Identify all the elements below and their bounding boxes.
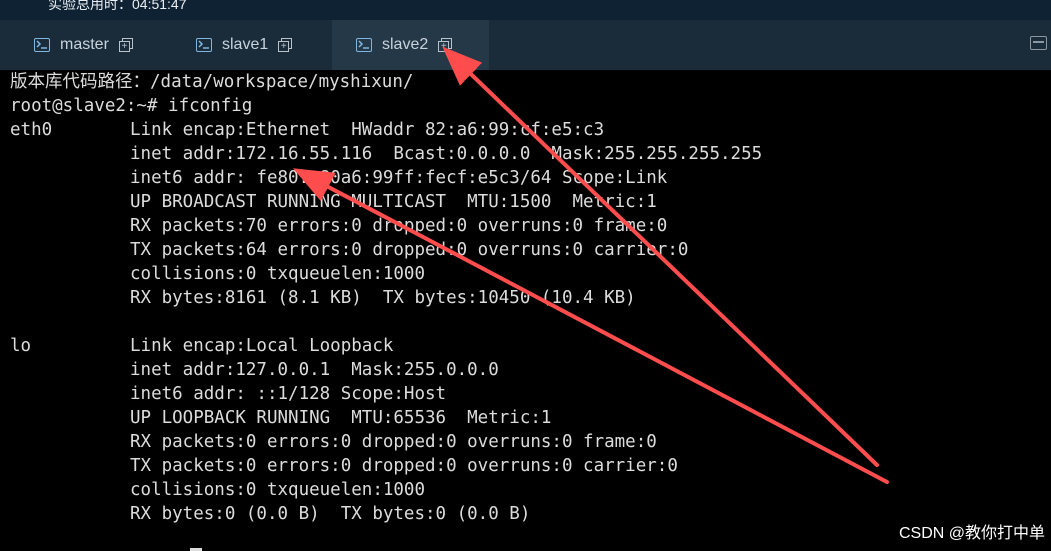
terminal-output[interactable]: 版本库代码路径：/data/workspace/myshixun/ root@s… [0,70,1051,551]
terminal-line: inet6 addr: ::1/128 Scope:Host [130,384,447,404]
interface-name: lo [10,336,32,356]
duplicate-icon[interactable]: + [438,37,453,53]
terminal-line: RX bytes:0 (0.0 B) TX bytes:0 (0.0 B) [130,504,531,524]
panel-icon[interactable] [1030,36,1047,50]
terminal-line: TX packets:64 errors:0 dropped:0 overrun… [130,240,689,260]
terminal-line: collisions:0 txqueuelen:1000 [130,480,426,500]
terminal-line: Link encap:Local Loopback [130,336,394,356]
terminal-line: UP LOOPBACK RUNNING MTU:65536 Metric:1 [130,408,552,428]
terminal-line: Link encap:Ethernet HWaddr 82:a6:99:cf:e… [130,120,605,140]
duplicate-icon[interactable]: + [278,37,293,53]
terminal-line: UP BROADCAST RUNNING MULTICAST MTU:1500 … [130,192,657,212]
terminal-icon [356,38,372,52]
elapsed-time: 实验总用时：04:51:47 [48,0,187,12]
terminal-line: collisions:0 txqueuelen:1000 [130,264,426,284]
tab-label: slave2 [382,36,429,53]
duplicate-icon[interactable]: + [118,37,134,53]
tab-label: slave1 [222,36,269,53]
tab-master[interactable]: master + [34,20,134,70]
tab-label: master [60,36,109,53]
terminal-line: 版本库代码路径：/data/workspace/myshixun/ [10,72,414,92]
terminal-line: TX packets:0 errors:0 dropped:0 overruns… [130,456,678,476]
terminal-tab-bar: master + slave1 + slave2 + [0,20,1051,70]
terminal-line: RX bytes:8161 (8.1 KB) TX bytes:10450 (1… [130,288,636,308]
terminal-line: inet addr:172.16.55.116 Bcast:0.0.0.0 Ma… [130,144,763,164]
terminal-line: inet6 addr: fe80::80a6:99ff:fecf:e5c3/64… [130,168,668,188]
terminal-icon [196,38,212,52]
interface-name: eth0 [10,120,53,140]
tab-slave1[interactable]: slave1 + [196,20,293,70]
terminal-line: inet addr:127.0.0.1 Mask:255.0.0.0 [130,360,499,380]
terminal-line: RX packets:0 errors:0 dropped:0 overruns… [130,432,657,452]
top-status-bar: 实验总用时：04:51:47 [0,0,1051,20]
terminal-icon [34,38,50,52]
watermark: CSDN @教你打中单 [898,525,1045,542]
tab-slave2[interactable]: slave2 + [332,20,489,70]
terminal-line: root@slave2:~# ifconfig [10,96,253,116]
terminal-line: RX packets:70 errors:0 dropped:0 overrun… [130,216,668,236]
